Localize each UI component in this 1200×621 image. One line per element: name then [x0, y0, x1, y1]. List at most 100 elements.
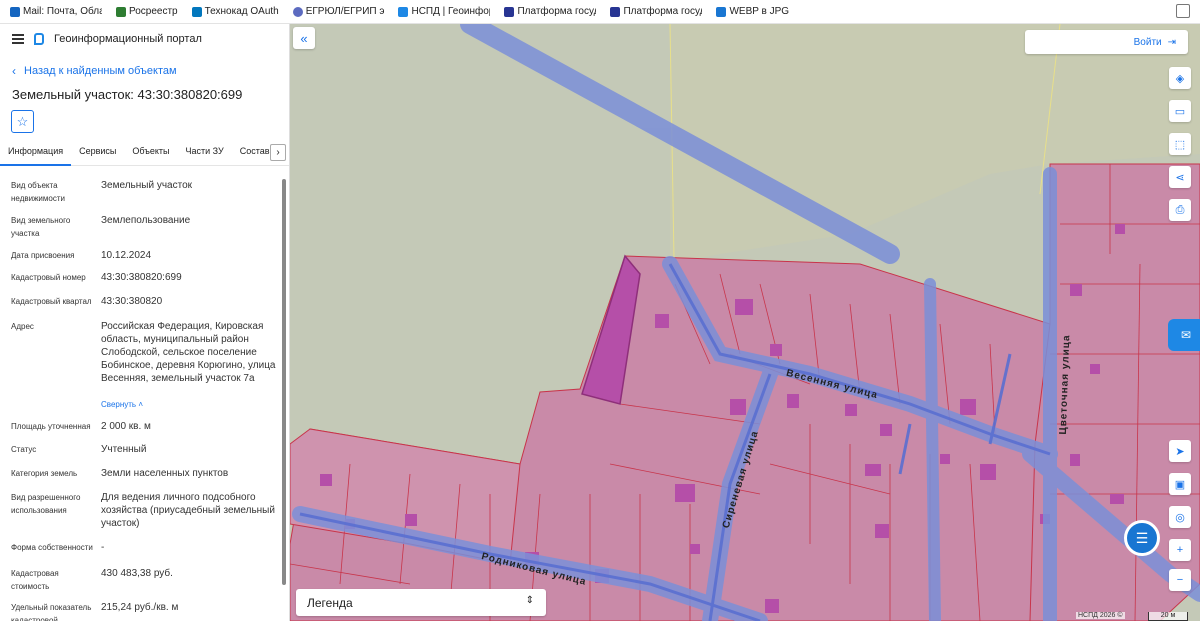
login-icon: ⇥ [1167, 36, 1176, 48]
property-value: Учтенный [101, 444, 147, 455]
tab-services[interactable]: Сервисы [71, 142, 124, 166]
collapse-label: Свернуть [101, 400, 137, 409]
property-key: Форма собственности [11, 543, 93, 552]
page-title: Земельный участок: 43:30:380820:699 [12, 87, 243, 102]
star-icon: ☆ [16, 113, 29, 129]
geolocation-button[interactable]: ➤ [1169, 440, 1191, 462]
updown-chevron-icon: ⇕ [525, 595, 534, 606]
map-attribution: НСПД 2026 © [1076, 612, 1125, 619]
share-button[interactable]: ⋖ [1169, 166, 1191, 188]
property-value: - [101, 542, 105, 553]
emblem-icon [610, 6, 621, 17]
rosreestr-icon [116, 6, 126, 17]
property-key: Дата присвоения [11, 251, 75, 260]
bookmarks-folder-icon[interactable] [1176, 4, 1190, 18]
bookmark-egrul[interactable]: ЕГРЮЛ/ЕГРИП э [292, 6, 384, 17]
back-link[interactable]: ‹ Назад к найденным объектам [12, 64, 177, 78]
property-value: Земли населенных пунктов [101, 468, 229, 479]
select-area-button[interactable]: ⬚ [1169, 133, 1191, 155]
map-view[interactable]: Весенняя улица Сиреневая улица Родникова… [290, 24, 1200, 621]
bookmark-platform-2[interactable]: Платформа госуд [610, 6, 702, 17]
tabs-next-button[interactable]: › [270, 144, 286, 161]
property-value: 215,24 руб./кв. м [101, 602, 179, 613]
property-value: 2 000 кв. м [101, 421, 151, 432]
bookmark-mail[interactable]: Mail: Почта, Обла [10, 6, 102, 17]
webp-icon [716, 6, 727, 17]
chat-button[interactable]: ☰ [1124, 520, 1160, 556]
ruler-button[interactable]: ▭ [1169, 100, 1191, 122]
app-title: Геоинформационный портал [54, 33, 202, 45]
legend-label: Легенда [307, 595, 353, 610]
ruler-icon: ▭ [1174, 105, 1186, 118]
property-value: Российская Федерация, Кировская область,… [101, 321, 276, 384]
share-icon: ⋖ [1175, 171, 1185, 184]
property-key: Площадь уточненная [11, 422, 91, 431]
collapse-panel-button[interactable]: « [293, 27, 315, 49]
property-value: 430 483,38 руб. [101, 568, 173, 579]
property-value: Земельный участок [101, 180, 193, 191]
tab-information[interactable]: Информация [0, 142, 72, 166]
tab-bar: Информация Сервисы Объекты Части ЗУ Сост… [0, 142, 289, 166]
legend-select[interactable]: Легенда ⇕ [296, 589, 546, 616]
property-key: Статус [11, 445, 37, 454]
minus-icon: − [1176, 574, 1184, 586]
plus-icon: + [1176, 544, 1184, 556]
menu-icon[interactable] [12, 34, 24, 44]
property-value: 10.12.2024 [101, 250, 152, 261]
property-value: Землепользование [101, 215, 191, 226]
chevron-right-icon: › [276, 147, 280, 158]
property-value: 43:30:380820 [101, 296, 163, 307]
portal-logo-icon [34, 33, 44, 45]
property-value: Для ведения личного подсобного хозяйства… [101, 492, 275, 529]
target-button[interactable]: ◎ [1169, 506, 1191, 528]
property-key: Категория земель [11, 469, 78, 478]
print-icon: ⎙ [1175, 203, 1185, 216]
collapse-address-link[interactable]: Свернуть ˄ [101, 400, 143, 409]
bookmark-rosreestr[interactable]: Росреестр [116, 6, 178, 17]
login-button[interactable]: Войти ⇥ [1025, 30, 1188, 54]
tab-parts[interactable]: Части ЗУ [178, 142, 232, 166]
print-button[interactable]: ⎙ [1169, 199, 1191, 221]
minimap-icon: ▣ [1174, 478, 1186, 491]
news-icon: ✉ [1180, 328, 1192, 342]
property-key: Кадастровый квартал [11, 297, 92, 306]
tehnokad-icon [191, 6, 202, 17]
panel-scrollbar[interactable] [281, 179, 287, 615]
property-value: 43:30:380820:699 [101, 272, 182, 283]
select-area-icon: ⬚ [1174, 138, 1186, 151]
app-header: Геоинформационный портал [0, 24, 289, 54]
mail-icon [10, 6, 20, 17]
login-label: Войти [1133, 36, 1162, 48]
map-canvas[interactable] [290, 24, 1200, 621]
scale-bar: 20 м [1148, 612, 1188, 621]
bookmark-tehnokad[interactable]: Технокад OAuth [191, 6, 279, 17]
property-key: Кадастровый номер [11, 273, 86, 282]
property-key: Вид разрешенного использования [11, 493, 81, 515]
layers-icon: ◈ [1175, 72, 1185, 85]
chevron-left-icon: ‹ [12, 64, 16, 78]
bookmark-nspd[interactable]: НСПД | Геоинфор [398, 6, 490, 17]
navigation-arrow-icon: ➤ [1175, 445, 1185, 458]
bookmarks-bar: Mail: Почта, Обла Росреестр Технокад OAu… [0, 0, 1200, 24]
property-key: Удельный показатель кадастровой [11, 603, 92, 621]
info-panel: Геоинформационный портал ‹ Назад к найде… [0, 24, 290, 621]
chat-icon: ☰ [1135, 529, 1149, 546]
back-link-label: Назад к найденным объектам [24, 65, 177, 77]
layers-button[interactable]: ◈ [1169, 67, 1191, 89]
tab-objects[interactable]: Объекты [124, 142, 177, 166]
double-chevron-left-icon: « [300, 30, 308, 46]
bookmark-platform-1[interactable]: Платформа госуд [504, 6, 596, 17]
zoom-in-button[interactable]: + [1169, 539, 1191, 561]
news-button[interactable]: ✉ [1168, 319, 1200, 351]
property-key: Вид объекта недвижимости [11, 181, 65, 203]
favorite-button[interactable]: ☆ [11, 110, 34, 133]
bookmark-webp[interactable]: WEBP в JPG [716, 6, 789, 17]
zoom-out-button[interactable]: − [1169, 569, 1191, 591]
emblem-icon [504, 6, 515, 17]
minimap-button[interactable]: ▣ [1169, 473, 1191, 495]
property-key: Адрес [11, 322, 34, 331]
property-key: Кадастровая стоимость [11, 569, 59, 591]
scrollbar-thumb[interactable] [282, 179, 286, 585]
property-key: Вид земельного участка [11, 216, 71, 238]
chevron-up-icon: ˄ [138, 400, 143, 409]
